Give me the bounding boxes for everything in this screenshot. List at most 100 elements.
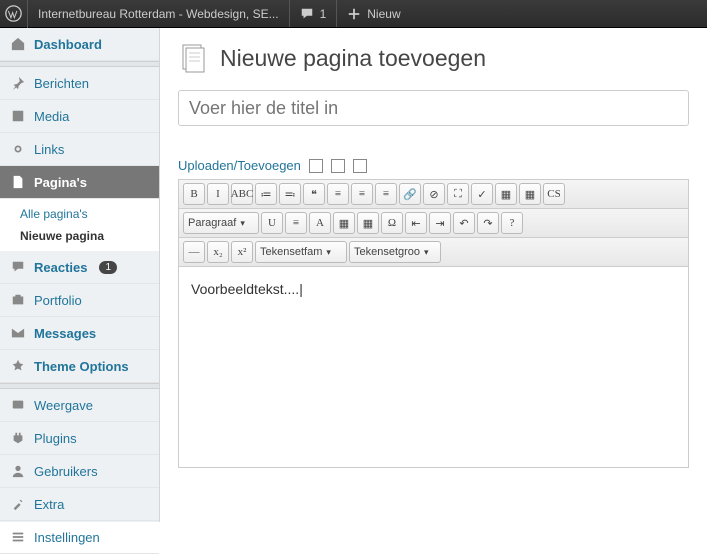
upload-row: Uploaden/Toevoegen: [178, 158, 689, 173]
toolbar-button[interactable]: x₂: [207, 241, 229, 263]
sidebar-item-comments[interactable]: Reacties 1: [0, 251, 159, 284]
toolbar-button[interactable]: CS: [543, 183, 565, 205]
topbar-new[interactable]: Nieuw: [337, 0, 410, 27]
plugins-icon: [10, 430, 26, 446]
sidebar-item-theme-options[interactable]: Theme Options: [0, 350, 159, 383]
sidebar-item-portfolio[interactable]: Portfolio: [0, 284, 159, 317]
media-upload-icon[interactable]: [331, 159, 345, 173]
toolbar-button[interactable]: ⇤: [405, 212, 427, 234]
sidebar-item-appearance[interactable]: Weergave: [0, 389, 159, 422]
toolbar-button[interactable]: ↶: [453, 212, 475, 234]
sidebar-label: Plugins: [34, 431, 77, 446]
toolbar-button[interactable]: x²: [231, 241, 253, 263]
users-icon: [10, 463, 26, 479]
sidebar-item-dashboard[interactable]: Dashboard: [0, 28, 159, 61]
dashboard-icon: [10, 36, 26, 52]
toolbar-button[interactable]: —: [183, 241, 205, 263]
admin-topbar: Internetbureau Rotterdam - Webdesign, SE…: [0, 0, 707, 28]
media-upload-icon[interactable]: [353, 159, 367, 173]
sidebar-item-posts[interactable]: Berichten: [0, 67, 159, 100]
messages-icon: [10, 325, 26, 341]
sidebar-label: Gebruikers: [34, 464, 98, 479]
toolbar-button[interactable]: ≡: [327, 183, 349, 205]
site-name-link[interactable]: Internetbureau Rotterdam - Webdesign, SE…: [28, 0, 290, 27]
tools-icon: [10, 496, 26, 512]
page-header: Nieuwe pagina toevoegen: [178, 42, 689, 74]
upload-link[interactable]: Uploaden/Toevoegen: [178, 158, 301, 173]
theme-icon: [10, 358, 26, 374]
font-family-select[interactable]: Tekensetfam: [255, 241, 347, 263]
wordpress-logo[interactable]: [0, 0, 28, 28]
comment-count: 1: [320, 7, 327, 21]
toolbar-button[interactable]: ▦: [333, 212, 355, 234]
content-editable[interactable]: Voorbeeldtekst....: [179, 267, 688, 467]
toolbar-button[interactable]: B: [183, 183, 205, 205]
page-title: Nieuwe pagina toevoegen: [220, 45, 486, 72]
sidebar-label: Berichten: [34, 76, 89, 91]
portfolio-icon: [10, 292, 26, 308]
submenu-new-page[interactable]: Nieuwe pagina: [0, 225, 159, 247]
appearance-icon: [10, 397, 26, 413]
page-header-icon: [178, 42, 210, 74]
pin-icon: [10, 75, 26, 91]
sidebar-item-pages[interactable]: Pagina's: [0, 166, 159, 199]
page-icon: [10, 174, 26, 190]
editor: BIABC≔≕❝≡≡≡🔗⊘⛶✓▦▦CS Paragraaf U≡A▦▦Ω⇤⇥↶↷…: [178, 179, 689, 468]
toolbar-button[interactable]: ▦: [495, 183, 517, 205]
sidebar-label: Reacties: [34, 260, 87, 275]
comments-badge: 1: [99, 261, 117, 274]
format-select[interactable]: Paragraaf: [183, 212, 259, 234]
submenu-all-pages[interactable]: Alle pagina's: [0, 203, 159, 225]
toolbar-button[interactable]: Ω: [381, 212, 403, 234]
link-icon: [10, 141, 26, 157]
toolbar-button[interactable]: 🔗: [399, 183, 421, 205]
toolbar-button[interactable]: ABC: [231, 183, 253, 205]
toolbar-button[interactable]: ⛶: [447, 183, 469, 205]
title-input[interactable]: [178, 90, 689, 126]
media-icon: [10, 108, 26, 124]
sidebar-label: Messages: [34, 326, 96, 341]
sidebar-item-links[interactable]: Links: [0, 133, 159, 166]
toolbar-button[interactable]: ⇥: [429, 212, 451, 234]
toolbar-button[interactable]: A: [309, 212, 331, 234]
media-upload-icon[interactable]: [309, 159, 323, 173]
sidebar-label: Theme Options: [34, 359, 129, 374]
toolbar-button[interactable]: ≔: [255, 183, 277, 205]
toolbar-button[interactable]: ≡: [351, 183, 373, 205]
new-label: Nieuw: [367, 7, 400, 21]
topbar-comments[interactable]: 1: [290, 0, 338, 27]
sidebar-item-extra[interactable]: Extra: [0, 488, 159, 521]
toolbar-button[interactable]: ▦: [519, 183, 541, 205]
sidebar-item-plugins[interactable]: Plugins: [0, 422, 159, 455]
editor-text: Voorbeeldtekst....: [191, 281, 303, 297]
toolbar-button[interactable]: ↷: [477, 212, 499, 234]
toolbar-button[interactable]: ?: [501, 212, 523, 234]
toolbar-button[interactable]: ✓: [471, 183, 493, 205]
toolbar-row-1: BIABC≔≕❝≡≡≡🔗⊘⛶✓▦▦CS: [179, 180, 688, 209]
toolbar-row-3: —x₂x² Tekensetfam Tekensetgroo: [179, 238, 688, 267]
main-content: Nieuwe pagina toevoegen Uploaden/Toevoeg…: [160, 28, 707, 522]
sidebar-label: Dashboard: [34, 37, 102, 52]
sidebar-label: Links: [34, 142, 64, 157]
sidebar-item-settings[interactable]: Instellingen: [0, 521, 159, 554]
sidebar-label: Weergave: [34, 398, 93, 413]
sidebar-item-media[interactable]: Media: [0, 100, 159, 133]
font-size-select[interactable]: Tekensetgroo: [349, 241, 441, 263]
toolbar-button[interactable]: ≡: [285, 212, 307, 234]
toolbar-button[interactable]: ⊘: [423, 183, 445, 205]
pages-submenu: Alle pagina's Nieuwe pagina: [0, 199, 159, 251]
toolbar-button[interactable]: ≡: [375, 183, 397, 205]
toolbar-button[interactable]: ≕: [279, 183, 301, 205]
toolbar-button[interactable]: ❝: [303, 183, 325, 205]
sidebar-label: Media: [34, 109, 69, 124]
sidebar-label: Portfolio: [34, 293, 82, 308]
toolbar-row-2: Paragraaf U≡A▦▦Ω⇤⇥↶↷?: [179, 209, 688, 238]
toolbar-button[interactable]: U: [261, 212, 283, 234]
sidebar-label: Extra: [34, 497, 64, 512]
toolbar-button[interactable]: ▦: [357, 212, 379, 234]
toolbar-button[interactable]: I: [207, 183, 229, 205]
sidebar-label: Instellingen: [34, 530, 100, 545]
sidebar-item-messages[interactable]: Messages: [0, 317, 159, 350]
sidebar-item-users[interactable]: Gebruikers: [0, 455, 159, 488]
comment-icon: [10, 259, 26, 275]
